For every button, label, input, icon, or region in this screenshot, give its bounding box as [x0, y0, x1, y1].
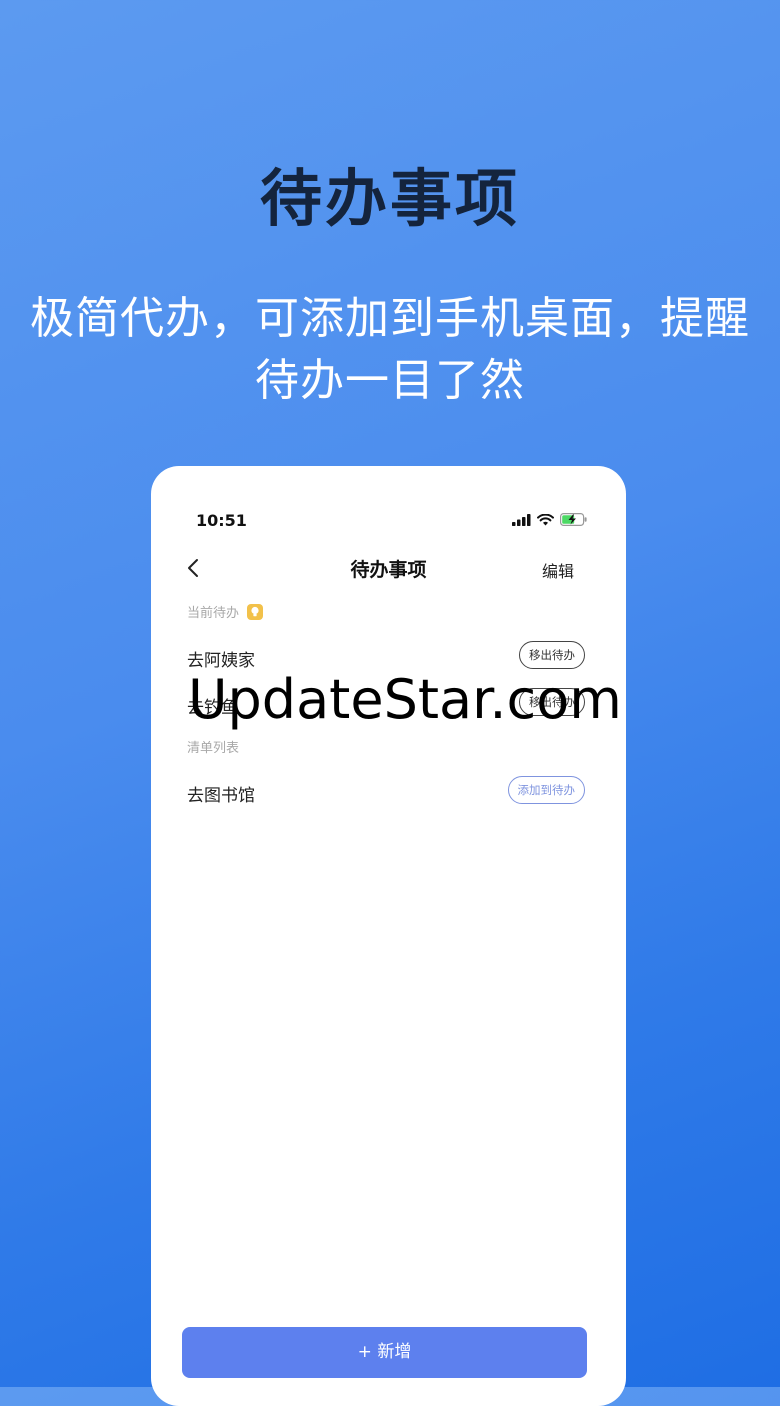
todo-item-text: 去阿姨家	[187, 651, 255, 671]
nav-bar: 待办事项 编辑	[151, 550, 626, 586]
todo-item-text: 去钓鱼	[187, 698, 238, 718]
current-todo-item: 去钓鱼 移出待办	[187, 688, 585, 718]
status-bar: 10:51	[151, 506, 626, 534]
checklist-section-label: 清单列表	[187, 737, 239, 756]
hero-title: 待办事项	[259, 162, 520, 235]
add-new-button[interactable]: + 新增	[182, 1327, 587, 1378]
battery-charging-icon	[560, 513, 587, 526]
current-todo-section-label: 当前待办	[187, 602, 264, 621]
remove-from-todo-button[interactable]: 移出待办	[519, 688, 585, 716]
add-to-todo-button[interactable]: 添加到待办	[507, 776, 585, 804]
current-todo-label: 当前待办	[187, 606, 240, 621]
hero-subtitle: 极简代办，可添加到手机桌面，提醒 待办一目了然	[20, 288, 760, 412]
checklist-item-text: 去图书馆	[187, 786, 255, 806]
status-time: 10:51	[196, 511, 247, 530]
current-todo-item: 去阿姨家 移出待办	[187, 641, 585, 671]
remove-from-todo-button[interactable]: 移出待办	[519, 641, 585, 669]
hero-subtitle-line-2: 待办一目了然	[255, 355, 525, 406]
wifi-icon	[537, 513, 554, 525]
edit-button[interactable]: 编辑	[542, 558, 574, 582]
lightbulb-icon	[247, 603, 264, 620]
checklist-label: 清单列表	[187, 741, 240, 756]
status-icons	[512, 513, 588, 526]
hero-subtitle-line-1: 极简代办，可添加到手机桌面，提醒	[30, 293, 750, 344]
phone-screen: 10:51 待办事项 编辑 当前待办 去阿姨家 移出待办 去钓鱼 移出待办 清单…	[151, 466, 626, 1406]
checklist-item: 去图书馆 添加到待办	[187, 776, 585, 806]
signal-icon	[512, 513, 531, 526]
